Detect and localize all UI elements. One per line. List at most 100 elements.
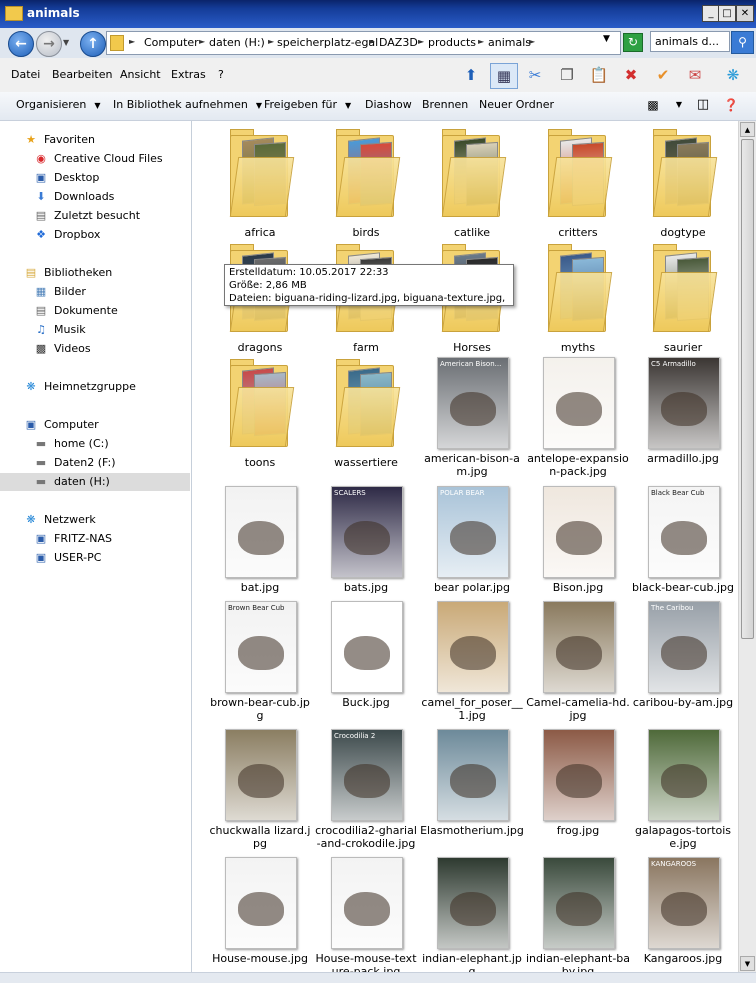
item-label: frog.jpg	[556, 824, 600, 837]
drive-icon: ▬	[35, 437, 47, 450]
nav-label: Desktop	[54, 171, 100, 184]
view-chevron-down-icon[interactable]: ▼	[666, 93, 692, 117]
change-view-icon[interactable]: ▩	[640, 93, 666, 117]
view-pane-icon[interactable]: ▦	[490, 63, 518, 89]
item-label: bear polar.jpg	[433, 581, 511, 594]
chevron-right-icon[interactable]: ►	[129, 37, 135, 46]
nav-homegroup[interactable]: ❋ Heimnetzgruppe	[0, 378, 190, 396]
thumbnail-subject	[556, 892, 602, 926]
crumb-daz3d[interactable]: DAZ3D	[379, 36, 418, 49]
scroll-down-icon[interactable]: ▼	[740, 956, 755, 971]
thumbnail-title: Crocodilia 2	[334, 732, 376, 740]
brennen-button[interactable]: Brennen	[422, 98, 468, 111]
up-folder-icon[interactable]: ⬆	[458, 63, 484, 87]
item-label: bats.jpg	[343, 581, 389, 594]
thumbnail-subject	[238, 892, 284, 926]
neuer-ordner-button[interactable]: Neuer Ordner	[479, 98, 554, 111]
nav-item-fritz-nas[interactable]: ▣ FRITZ-NAS	[0, 530, 190, 548]
preview-pane-icon[interactable]: ◫	[690, 93, 716, 117]
drive-icon: ▬	[35, 475, 47, 488]
nav-item-musik[interactable]: ♫ Musik	[0, 321, 190, 339]
scroll-thumb[interactable]	[741, 139, 754, 639]
search-icon[interactable]: ⚲	[731, 31, 754, 54]
copy-icon[interactable]: ❐	[554, 63, 580, 87]
crumb-animals[interactable]: animals	[488, 36, 531, 49]
breadcrumb[interactable]: ► Computer ► daten (H:) ► speicherplatz-…	[106, 31, 621, 55]
chevron-right-icon[interactable]: ►	[199, 37, 205, 46]
chevron-right-icon[interactable]: ►	[369, 37, 375, 46]
freigeben-button[interactable]: Freigeben für ▼	[264, 98, 351, 111]
nav-item-videos[interactable]: ▩ Videos	[0, 340, 190, 358]
search-input[interactable]: animals d...	[650, 31, 730, 52]
menu-datei[interactable]: Datei	[11, 68, 40, 81]
nav-item-dokumente[interactable]: ▤ Dokumente	[0, 302, 190, 320]
crumb-products[interactable]: products	[428, 36, 476, 49]
nav-item-bilder[interactable]: ▦ Bilder	[0, 283, 190, 301]
image-thumbnail: Crocodilia 2	[331, 729, 403, 821]
nav-item-user-pc[interactable]: ▣ USER-PC	[0, 549, 190, 567]
organisieren-button[interactable]: Organisieren ▼	[16, 98, 100, 111]
chevron-right-icon[interactable]: ►	[418, 37, 424, 46]
properties-icon[interactable]: ✉	[682, 63, 708, 87]
item-label: birds	[352, 226, 380, 239]
nav-item-home-c[interactable]: ▬ home (C:)	[0, 435, 190, 453]
item-label: Buck.jpg	[342, 696, 390, 709]
maximize-button[interactable]: □	[718, 5, 736, 22]
folder-icon	[110, 35, 124, 51]
nav-favorites[interactable]: ★ Favoriten	[0, 131, 190, 149]
paste-icon[interactable]: 📋	[586, 63, 612, 87]
chevron-right-icon[interactable]: ►	[268, 37, 274, 46]
libraries-icon: ▤	[25, 266, 37, 279]
help-icon[interactable]: ❓	[718, 93, 744, 117]
nav-label: Bibliotheken	[44, 266, 113, 279]
image-thumbnail	[225, 857, 297, 949]
file-list[interactable]: africa birds catlike critters dogtype dragons…	[192, 121, 738, 978]
up-arrow-icon[interactable]: ↑	[80, 31, 106, 57]
menu-ansicht[interactable]: Ansicht	[120, 68, 161, 81]
chevron-down-icon: ▼	[255, 101, 262, 110]
nav-network[interactable]: ❋ Netzwerk	[0, 511, 190, 529]
menu-bearbeiten[interactable]: Bearbeiten	[52, 68, 112, 81]
menu-extras[interactable]: Extras	[171, 68, 206, 81]
refresh-icon[interactable]: ↻	[623, 33, 643, 52]
bibliothek-button[interactable]: In Bibliothek aufnehmen ▼	[113, 98, 262, 111]
scroll-up-icon[interactable]: ▲	[740, 122, 755, 137]
title-bar[interactable]: animals _ □ ✕	[0, 0, 756, 28]
nav-item-desktop[interactable]: ▣ Desktop	[0, 169, 190, 187]
vertical-scrollbar[interactable]: ▲ ▼	[738, 121, 756, 972]
checkmark-icon[interactable]: ✔	[650, 63, 676, 87]
nav-item-recent[interactable]: ▤ Zuletzt besucht	[0, 207, 190, 225]
cut-icon[interactable]: ✂	[522, 63, 548, 87]
globe-icon[interactable]: ❋	[720, 63, 746, 87]
nav-item-downloads[interactable]: ⬇ Downloads	[0, 188, 190, 206]
history-chevron-down-icon[interactable]: ▼	[63, 38, 69, 47]
chevron-down-icon: ▼	[94, 101, 101, 110]
nav-label: Creative Cloud Files	[54, 152, 163, 165]
thumbnail-subject	[556, 636, 602, 670]
nav-item-creative-cloud[interactable]: ◉ Creative Cloud Files	[0, 150, 190, 168]
crumb-speicherplatz[interactable]: speicherplatz-egal	[277, 36, 378, 49]
close-button[interactable]: ✕	[736, 5, 754, 22]
back-arrow-icon[interactable]: ←	[8, 31, 34, 57]
tooltip-files: Dateien: biguana-riding-lizard.jpg, bigu…	[229, 293, 509, 304]
nav-item-dropbox[interactable]: ❖ Dropbox	[0, 226, 190, 244]
thumbnail-subject	[661, 892, 707, 926]
folder-icon	[652, 242, 718, 334]
thumbnail-title: SCALERS	[334, 489, 366, 497]
chevron-right-icon[interactable]: ►	[478, 37, 484, 46]
item-label: Camel-camelia-hd.jpg	[526, 696, 630, 722]
thumbnail-subject	[450, 636, 496, 670]
menu-help[interactable]: ?	[218, 68, 224, 81]
crumb-computer[interactable]: Computer	[144, 36, 199, 49]
delete-icon[interactable]: ✖	[618, 63, 644, 87]
nav-item-daten-h[interactable]: ▬ daten (H:)	[0, 473, 190, 491]
folder-tooltip: Erstelldatum: 10.05.2017 22:33 Größe: 2,…	[224, 264, 514, 306]
nav-item-daten2-f[interactable]: ▬ Daten2 (F:)	[0, 454, 190, 472]
forward-arrow-icon[interactable]: →	[36, 31, 62, 57]
nav-computer[interactable]: ▣ Computer	[0, 416, 190, 434]
chevron-right-icon[interactable]: ►	[529, 37, 535, 46]
address-chevron-down-icon[interactable]: ▼	[603, 34, 610, 44]
diashow-button[interactable]: Diashow	[365, 98, 412, 111]
nav-libraries[interactable]: ▤ Bibliotheken	[0, 264, 190, 282]
crumb-daten[interactable]: daten (H:)	[209, 36, 265, 49]
